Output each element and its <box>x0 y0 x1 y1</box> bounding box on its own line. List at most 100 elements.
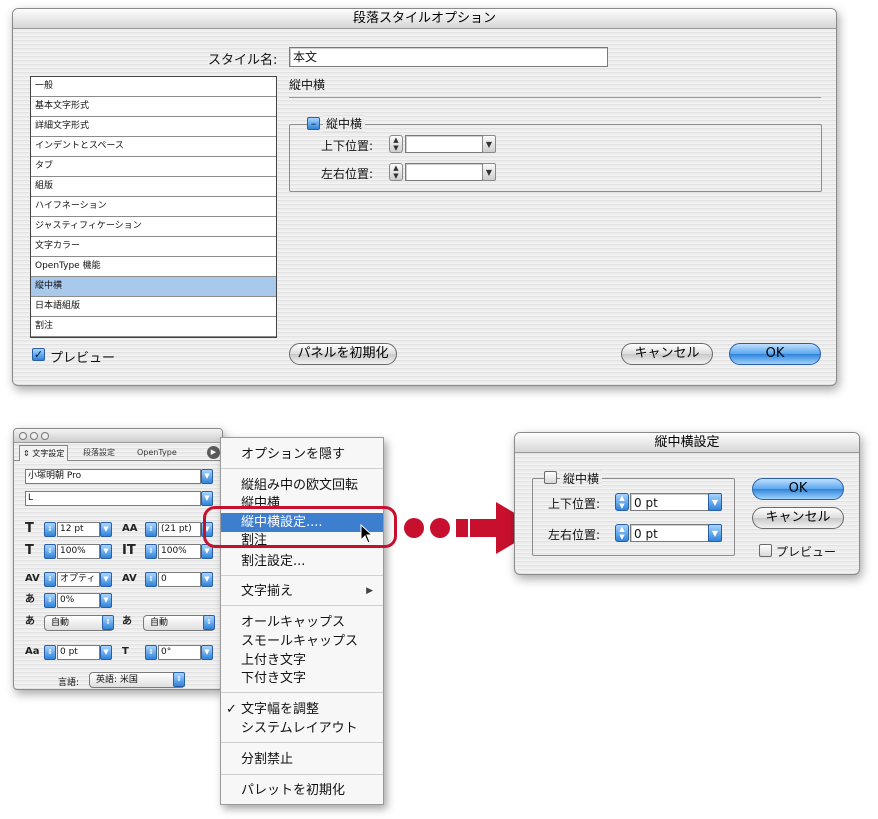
category-item[interactable]: 詳細文字形式 <box>31 117 276 137</box>
tab-character[interactable]: ⇕ 文字設定 <box>19 445 69 461</box>
rotation-dropdown[interactable]: ▼ <box>201 645 213 660</box>
cancel-button[interactable]: キャンセル <box>621 343 713 365</box>
menu-item-label: オプションを隠す <box>241 447 346 462</box>
font-style-field[interactable]: L <box>25 491 201 506</box>
tracking-dropdown[interactable]: ▼ <box>201 572 213 587</box>
tsume-dropdown[interactable]: ▼ <box>100 593 112 608</box>
font-style-dropdown[interactable]: ▼ <box>201 491 213 506</box>
menu-item-system-layout[interactable]: システムレイアウト <box>221 719 383 738</box>
aki-before-popup-arrow[interactable]: ⇕ <box>102 615 114 630</box>
horizontal-scale-field[interactable]: 100% <box>158 544 201 559</box>
language-popup[interactable]: 英語: 米国 <box>89 672 185 688</box>
menu-item-reset-palette[interactable]: パレットを初期化 <box>221 781 383 800</box>
menu-item-subscript[interactable]: 下付き文字 <box>221 669 383 688</box>
menu-item-label: システムレイアウト <box>241 721 358 736</box>
checkmark-icon: ✓ <box>226 702 237 717</box>
category-item[interactable]: インデントとスペース <box>31 137 276 157</box>
kerning-dropdown[interactable]: ▼ <box>100 572 112 587</box>
category-item[interactable]: タブ <box>31 157 276 177</box>
menu-item-adjust-character-width[interactable]: ✓ 文字幅を調整 <box>221 700 383 719</box>
tsume-stepper[interactable]: ⇕ <box>44 593 56 608</box>
horizontal-position-dropdown[interactable]: ▼ <box>482 163 496 181</box>
leading-icon: AA <box>122 523 138 534</box>
font-family-field[interactable]: 小塚明朝 Pro <box>25 469 201 484</box>
tracking-field[interactable]: 0 <box>158 572 201 587</box>
reset-panel-button[interactable]: パネルを初期化 <box>289 343 397 365</box>
kerning-field[interactable]: オプティ <box>57 572 100 587</box>
category-item[interactable]: OpenType 機能 <box>31 257 276 277</box>
menu-item-superscript[interactable]: 上付き文字 <box>221 651 383 670</box>
tcy-cancel-button[interactable]: キャンセル <box>752 507 844 529</box>
category-item[interactable]: 日本語組版 <box>31 297 276 317</box>
baseline-shift-field[interactable]: 0 pt <box>57 645 100 660</box>
tsume-field[interactable]: 0% <box>57 593 100 608</box>
kerning-icon: AV <box>25 573 40 584</box>
tab-opentype[interactable]: OpenType <box>134 446 180 460</box>
paragraph-style-options-dialog: 段落スタイルオプション スタイル名: 本文 一般 基本文字形式 詳細文字形式 インデン… <box>12 8 837 386</box>
menu-item-rotate-roman-in-vertical[interactable]: 縦組み中の欧文回転 <box>221 476 383 495</box>
tcy-horizontal-dropdown[interactable]: ▼ <box>708 524 722 542</box>
ok-button[interactable]: OK <box>729 343 821 365</box>
style-name-input[interactable]: 本文 <box>289 47 608 67</box>
vertical-position-input[interactable] <box>405 135 483 153</box>
tcy-horizontal-position-input[interactable]: 0 pt <box>630 524 709 542</box>
tcy-vertical-dropdown[interactable]: ▼ <box>708 493 722 511</box>
font-size-field[interactable]: 12 pt <box>57 522 100 537</box>
category-item[interactable]: 縦中横 <box>31 277 276 297</box>
font-size-stepper[interactable]: ⇕ <box>44 522 56 537</box>
tcy-vertical-position-input[interactable]: 0 pt <box>630 493 709 511</box>
menu-separator <box>221 774 383 775</box>
aki-after-icon: あ <box>122 616 132 627</box>
category-item[interactable]: ハイフネーション <box>31 197 276 217</box>
kerning-stepper[interactable]: ⇕ <box>44 572 56 587</box>
category-item[interactable]: 一般 <box>31 77 276 97</box>
category-item[interactable]: ジャスティフィケーション <box>31 217 276 237</box>
tcy-enable-checkbox[interactable] <box>544 471 557 484</box>
baseline-shift-stepper[interactable]: ⇕ <box>44 645 56 660</box>
vertical-scale-stepper[interactable]: ⇕ <box>44 544 56 559</box>
leading-field[interactable]: (21 pt) <box>158 522 201 537</box>
close-icon[interactable] <box>19 432 27 440</box>
minimize-icon[interactable] <box>30 432 38 440</box>
preview-checkbox[interactable]: ✓ <box>32 348 45 361</box>
menu-item-hide-options[interactable]: オプションを隠す <box>221 445 383 464</box>
tracking-stepper[interactable]: ⇕ <box>145 572 157 587</box>
style-name-label: スタイル名: <box>208 53 278 68</box>
menu-item-alignment[interactable]: 文字揃え ▶ <box>221 582 383 601</box>
baseline-shift-dropdown[interactable]: ▼ <box>100 645 112 660</box>
category-item[interactable]: 割注 <box>31 317 276 337</box>
menu-item-small-caps[interactable]: スモールキャップス <box>221 632 383 651</box>
rotation-field[interactable]: 0° <box>158 645 201 660</box>
menu-item-no-break[interactable]: 分割禁止 <box>221 750 383 769</box>
category-item[interactable]: 組版 <box>31 177 276 197</box>
category-item[interactable]: 基本文字形式 <box>31 97 276 117</box>
language-popup-arrow[interactable]: ⇕ <box>173 672 185 687</box>
aki-after-popup-arrow[interactable]: ⇕ <box>203 615 215 630</box>
vertical-scale-dropdown[interactable]: ▼ <box>100 544 112 559</box>
tab-paragraph[interactable]: 段落設定 <box>80 446 118 460</box>
tcy-horizontal-stepper[interactable]: ▲ ▼ <box>615 524 629 542</box>
menu-item-warichu-settings[interactable]: 割注設定... <box>221 552 383 571</box>
tcy-vertical-stepper[interactable]: ▲ ▼ <box>615 493 629 511</box>
menu-item-all-caps[interactable]: オールキャップス <box>221 613 383 632</box>
leading-stepper[interactable]: ⇕ <box>145 522 157 537</box>
font-size-dropdown[interactable]: ▼ <box>100 522 112 537</box>
vertical-scale-field[interactable]: 100% <box>57 544 100 559</box>
tatechuyoko-mixed-checkbox[interactable]: – <box>307 117 320 130</box>
vertical-position-dropdown[interactable]: ▼ <box>482 135 496 153</box>
submenu-arrow-icon: ▶ <box>366 586 373 596</box>
horizontal-position-input[interactable] <box>405 163 483 181</box>
menu-separator <box>221 742 383 743</box>
rotation-stepper[interactable]: ⇕ <box>145 645 157 660</box>
menu-item-label: スモールキャップス <box>241 634 359 649</box>
tcy-ok-button[interactable]: OK <box>752 478 844 500</box>
vertical-position-stepper[interactable]: ▲ ▼ <box>389 135 403 153</box>
horizontal-scale-stepper[interactable]: ⇕ <box>145 544 157 559</box>
palette-menu-button-icon[interactable]: ▶ <box>207 446 220 459</box>
horizontal-position-stepper[interactable]: ▲ ▼ <box>389 163 403 181</box>
category-item[interactable]: 文字カラー <box>31 237 276 257</box>
zoom-icon[interactable] <box>41 432 49 440</box>
tcy-preview-checkbox[interactable] <box>759 544 772 557</box>
font-family-dropdown[interactable]: ▼ <box>201 469 213 484</box>
menu-item-label: 分割禁止 <box>241 752 294 767</box>
